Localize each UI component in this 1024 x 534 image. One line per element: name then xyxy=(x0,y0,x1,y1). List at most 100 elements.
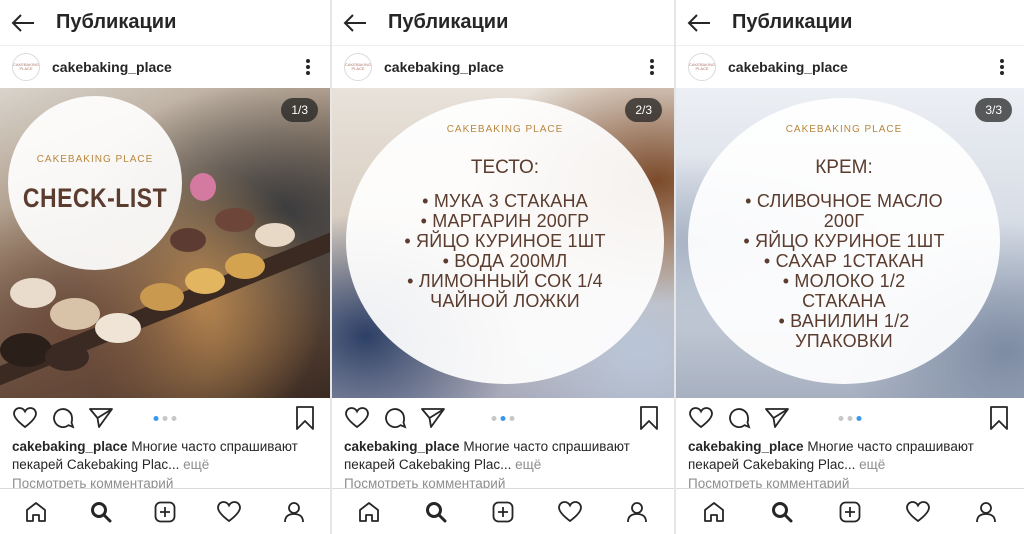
ingredient-line: • ЛИМОННЫЙ СОК 1/4 xyxy=(407,271,603,291)
profile-icon[interactable] xyxy=(279,497,309,527)
search-icon[interactable] xyxy=(86,497,116,527)
caption-more-link[interactable]: ещё xyxy=(183,457,209,472)
post-username[interactable]: cakebaking_place xyxy=(728,59,992,75)
brand-label: CAKEBAKING PLACE xyxy=(785,124,903,135)
ingredient-line: • МУКА 3 СТАКАНА xyxy=(422,191,588,211)
caption-more-link[interactable]: ещё xyxy=(859,457,885,472)
avatar[interactable]: CAKEBAKING PLACE xyxy=(12,53,40,81)
bookmark-icon[interactable] xyxy=(636,405,662,431)
post-caption: cakebaking_place Многие часто спрашивают… xyxy=(688,438,1014,474)
carousel-dot xyxy=(491,415,497,421)
top-bar: Публикации xyxy=(676,0,1024,46)
ingredient-line: СТАКАНА xyxy=(802,291,886,311)
add-post-icon[interactable] xyxy=(150,497,180,527)
pastry-decoration xyxy=(50,298,100,330)
post-username[interactable]: cakebaking_place xyxy=(52,59,298,75)
post-image[interactable]: CAKEBAKING PLACE КРЕМ: • СЛИВОЧНОЕ МАСЛО… xyxy=(676,88,1024,398)
post-screen-2: Публикации CAKEBAKING PLACE cakebaking_p… xyxy=(332,0,674,534)
avatar-text: CAKEBAKING PLACE xyxy=(345,62,372,71)
comment-icon[interactable] xyxy=(382,405,408,431)
carousel-dot xyxy=(500,415,506,421)
profile-icon[interactable] xyxy=(971,497,1001,527)
page-title: Публикации xyxy=(56,11,177,33)
post-caption: cakebaking_place Многие часто спрашивают… xyxy=(12,438,320,474)
send-icon[interactable] xyxy=(420,405,446,431)
search-icon[interactable] xyxy=(421,497,451,527)
add-post-icon[interactable] xyxy=(835,497,865,527)
post-caption: cakebaking_place Многие часто спрашивают… xyxy=(344,438,664,474)
add-post-icon[interactable] xyxy=(488,497,518,527)
caption-username[interactable]: cakebaking_place xyxy=(688,439,804,454)
top-bar: Публикации xyxy=(332,0,674,46)
pastry-decoration xyxy=(45,343,89,371)
bookmark-icon[interactable] xyxy=(986,405,1012,431)
ingredient-line: • СЛИВОЧНОЕ МАСЛО xyxy=(745,191,943,211)
post-header: CAKEBAKING PLACE cakebaking_place xyxy=(0,46,330,88)
caption-username[interactable]: cakebaking_place xyxy=(344,439,460,454)
bottom-nav xyxy=(676,488,1024,534)
send-icon[interactable] xyxy=(88,405,114,431)
post-actions xyxy=(0,398,330,438)
more-vertical-icon[interactable] xyxy=(992,57,1012,77)
title-circle: CAKEBAKING PLACE CHECK-LIST xyxy=(8,96,182,270)
send-icon[interactable] xyxy=(764,405,790,431)
carousel-counter: 1/3 xyxy=(281,98,318,122)
avatar[interactable]: CAKEBAKING PLACE xyxy=(344,53,372,81)
caption-username[interactable]: cakebaking_place xyxy=(12,439,128,454)
carousel-dots xyxy=(153,415,177,421)
search-icon[interactable] xyxy=(767,497,797,527)
home-icon[interactable] xyxy=(699,497,729,527)
carousel-dot xyxy=(171,415,177,421)
activity-heart-icon[interactable] xyxy=(903,497,933,527)
carousel-dot xyxy=(162,415,168,421)
pastry-decoration xyxy=(10,278,56,308)
ingredient-line: • МАРГАРИН 200ГР xyxy=(420,211,590,231)
carousel-counter: 3/3 xyxy=(975,98,1012,122)
bottom-nav xyxy=(332,488,674,534)
carousel-dots xyxy=(838,415,862,421)
arrow-left-icon[interactable] xyxy=(10,10,36,36)
arrow-left-icon[interactable] xyxy=(686,10,712,36)
avatar[interactable]: CAKEBAKING PLACE xyxy=(688,53,716,81)
arrow-left-icon[interactable] xyxy=(342,10,368,36)
bottom-nav xyxy=(0,488,330,534)
heart-icon[interactable] xyxy=(12,405,38,431)
section-title: КРЕМ: xyxy=(815,157,873,178)
ingredient-line: УПАКОВКИ xyxy=(795,331,893,351)
comment-icon[interactable] xyxy=(50,405,76,431)
caption-more-link[interactable]: ещё xyxy=(515,457,541,472)
pastry-decoration xyxy=(215,208,255,232)
heart-icon[interactable] xyxy=(688,405,714,431)
post-header: CAKEBAKING PLACE cakebaking_place xyxy=(332,46,674,88)
ingredient-line: ЧАЙНОЙ ЛОЖКИ xyxy=(430,291,580,311)
more-vertical-icon[interactable] xyxy=(642,57,662,77)
carousel-dot xyxy=(509,415,515,421)
activity-heart-icon[interactable] xyxy=(214,497,244,527)
avatar-text: CAKEBAKING PLACE xyxy=(13,62,40,71)
post-username[interactable]: cakebaking_place xyxy=(384,59,642,75)
avatar-text: CAKEBAKING PLACE xyxy=(689,62,716,71)
pastry-decoration xyxy=(185,268,225,294)
home-icon[interactable] xyxy=(354,497,384,527)
carousel-dot xyxy=(838,415,844,421)
more-vertical-icon[interactable] xyxy=(298,57,318,77)
ingredient-line: 200Г xyxy=(823,211,865,231)
comment-icon[interactable] xyxy=(726,405,752,431)
profile-icon[interactable] xyxy=(622,497,652,527)
ingredient-line: • ЯЙЦО КУРИНОЕ 1ШТ xyxy=(404,231,606,251)
home-icon[interactable] xyxy=(21,497,51,527)
post-screen-3: Публикации CAKEBAKING PLACE cakebaking_p… xyxy=(676,0,1024,534)
ingredient-line: • МОЛОКО 1/2 xyxy=(782,271,906,291)
bookmark-icon[interactable] xyxy=(292,405,318,431)
activity-heart-icon[interactable] xyxy=(555,497,585,527)
post-screen-1: Публикации CAKEBAKING PLACE cakebaking_p… xyxy=(0,0,330,534)
pastry-decoration xyxy=(255,223,295,247)
heart-icon[interactable] xyxy=(344,405,370,431)
carousel-dot xyxy=(847,415,853,421)
ingredient-line: • ВОДА 200МЛ xyxy=(442,251,568,271)
pastry-decoration xyxy=(0,333,52,367)
section-title: ТЕСТО: xyxy=(470,157,540,178)
post-image[interactable]: CAKEBAKING PLACE ТЕСТО: • МУКА 3 СТАКАНА… xyxy=(332,88,674,398)
ingredient-line: • ВАНИЛИН 1/2 xyxy=(778,311,910,331)
post-image[interactable]: CAKEBAKING PLACE CHECK-LIST 1/3 xyxy=(0,88,330,398)
